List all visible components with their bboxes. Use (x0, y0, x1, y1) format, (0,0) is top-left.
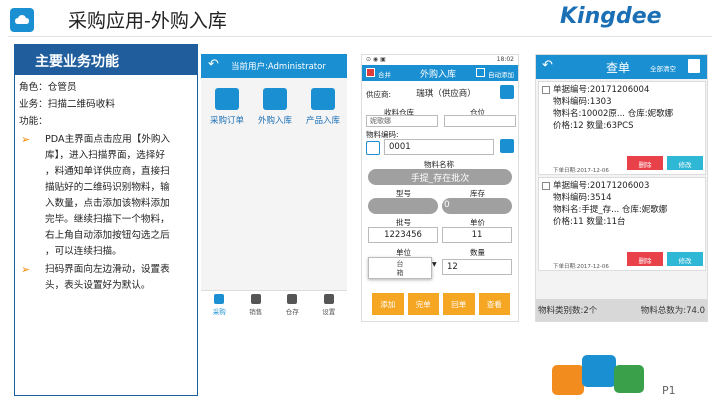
role-text: 角色：仓管员 (19, 82, 77, 93)
material-code: 物料编码:1303 (553, 97, 612, 107)
gear-icon (323, 294, 334, 304)
form-topbar: 合并 外购入库 自动添加 (362, 65, 518, 81)
status-time: 18:02 (496, 56, 514, 63)
auto-add-checkbox[interactable] (476, 68, 485, 77)
merge-checkbox[interactable] (366, 68, 375, 77)
purchase-tab-icon (214, 294, 225, 304)
edit-button[interactable]: 修改 (667, 156, 703, 170)
action-bar: 添加 完单 回单 查看 (372, 293, 510, 315)
price-quantity: 价格:12 数量:63PCS (553, 121, 634, 131)
receive-warehouse-select[interactable]: 妮歌娜 (366, 115, 438, 127)
supplier-field[interactable]: 瑞琪（供应商） (398, 85, 494, 101)
price-quantity: 价格:11 数量:11台 (553, 217, 626, 227)
warehouse-tab-icon (287, 294, 298, 304)
form-title: 外购入库 (420, 70, 457, 80)
bullet-arrow-icon: ➢ (21, 263, 31, 276)
order-date: 下单日期:2017-12-06 (553, 168, 609, 174)
qty-label: 数量 (470, 248, 485, 257)
delete-button[interactable]: 删除 (627, 252, 663, 266)
tile-purchase-inbound[interactable]: 外购入库 (251, 88, 299, 126)
house-icon (311, 88, 335, 110)
back-arrow-icon[interactable]: ↶ (208, 57, 219, 72)
bottom-tab-bar: 采购 销售 仓存 设置 (201, 290, 347, 320)
tile-product-inbound[interactable]: 产品入库 (299, 88, 347, 126)
kingdee-logo: Kingdee (560, 4, 662, 29)
order-date: 下单日期:2017-12-06 (553, 264, 609, 270)
material-name-value: 手提_存在批次 (368, 169, 512, 185)
business-functions-panel: 主要业务功能 角色：仓管员 业务：扫描二维码收料 功能： ➢ PDA主界面点击应… (14, 44, 198, 396)
scan-icon[interactable] (366, 141, 380, 155)
calendar-icon[interactable] (500, 85, 514, 99)
material-category-count: 物料类别数:2个 (538, 306, 598, 316)
order-checkbox[interactable] (542, 86, 550, 94)
phone-main-menu: ↶ 当前用户:Administrator 采购订单 外购入库 产品入库 采购 销… (201, 54, 347, 320)
finish-button[interactable]: 完单 (407, 293, 439, 315)
tab-sales[interactable]: 销售 (238, 291, 275, 320)
current-user-label: 当前用户:Administrator (231, 62, 326, 72)
order-card[interactable]: 单据编号:20171206004 物料编码:1303 物料名:10002原...… (538, 81, 706, 175)
order-checkbox[interactable] (542, 182, 550, 190)
add-button[interactable]: 添加 (372, 293, 404, 315)
function-bullet: ➢ PDA主界面点击应用【外购入 库】，进入扫描界面，选择好 ，料通知单详供应商… (21, 133, 171, 257)
chevron-down-icon[interactable]: ▼ (432, 261, 437, 268)
panel-title: 主要业务功能 (15, 45, 197, 75)
batch-input[interactable]: 1223456 (368, 227, 438, 243)
decor-cube-blue (582, 355, 616, 387)
query-topbar: ↶ 查单 全部清空 (536, 55, 707, 79)
material-name-warehouse: 物料名:手提_存... 仓库:妮歌娜 (553, 205, 668, 215)
sales-tab-icon (250, 294, 261, 304)
header-cloud-icon (10, 8, 34, 32)
status-bar: ⊙ ◉ ▣ 18:02 (362, 55, 518, 65)
view-button[interactable]: 查看 (478, 293, 510, 315)
material-code: 物料编码:3514 (553, 193, 612, 203)
phone-inbound-form: ⊙ ◉ ▣ 18:02 合并 外购入库 自动添加 供应商: 瑞琪（供应商） 收料… (361, 54, 519, 322)
model-value (368, 198, 438, 214)
clear-all-link[interactable]: 全部清空 (650, 63, 676, 73)
material-name-warehouse: 物料名:10002原... 仓库:妮歌娜 (553, 109, 674, 119)
business-text: 业务：扫描二维码收料 (19, 99, 115, 110)
bullet-arrow-icon: ➢ (21, 133, 31, 146)
back-arrow-icon[interactable]: ↶ (542, 58, 553, 73)
tab-purchase[interactable]: 采购 (201, 291, 238, 320)
delete-button[interactable]: 删除 (627, 156, 663, 170)
page-title: 采购应用-外购入库 (68, 10, 227, 32)
material-list-icon[interactable] (500, 139, 514, 153)
trash-icon[interactable] (688, 59, 700, 73)
summary-footer: 物料类别数:2个 物料总数为:74.0 (536, 299, 707, 321)
status-icons: ⊙ ◉ ▣ (366, 56, 386, 63)
edit-button[interactable]: 修改 (667, 252, 703, 266)
clipboard-icon (215, 88, 239, 110)
function-label: 功能： (19, 116, 48, 127)
unit-price-input[interactable]: 11 (442, 227, 512, 243)
order-number: 单据编号:20171206004 (553, 85, 650, 95)
order-card[interactable]: 单据编号:20171206003 物料编码:3514 物料名:手提_存... 仓… (538, 177, 706, 271)
material-code-input[interactable]: 0001 (384, 139, 494, 155)
qty-input[interactable]: 12 (442, 259, 512, 275)
material-total: 物料总数为:74.0 (640, 306, 705, 316)
return-button[interactable]: 回单 (443, 293, 475, 315)
header-divider (8, 36, 712, 37)
unit-dropdown[interactable]: 台 箱 (368, 257, 432, 279)
main-topbar: ↶ 当前用户:Administrator (201, 54, 347, 78)
function-bullet: ➢ 扫码界面向左边滑动，设置表 头，表头设置好为默认。 (21, 263, 170, 291)
tab-warehouse[interactable]: 仓存 (274, 291, 311, 320)
supplier-label: 供应商: (366, 90, 392, 99)
location-select[interactable] (444, 115, 516, 127)
stock-value: 0 (442, 198, 512, 214)
order-number: 单据编号:20171206003 (553, 181, 650, 191)
decor-cube-orange (552, 365, 584, 395)
phone-query-list: ↶ 查单 全部清空 单据编号:20171206004 物料编码:1303 物料名… (535, 54, 708, 322)
merge-label: 合并 (378, 71, 391, 79)
page-number: P1 (662, 384, 676, 397)
decor-cube-green (614, 365, 644, 393)
auto-add-label: 自动添加 (488, 71, 514, 79)
tile-purchase-order[interactable]: 采购订单 (203, 88, 251, 126)
tab-settings[interactable]: 设置 (311, 291, 348, 320)
query-title: 查单 (606, 61, 631, 75)
cart-icon (263, 88, 287, 110)
